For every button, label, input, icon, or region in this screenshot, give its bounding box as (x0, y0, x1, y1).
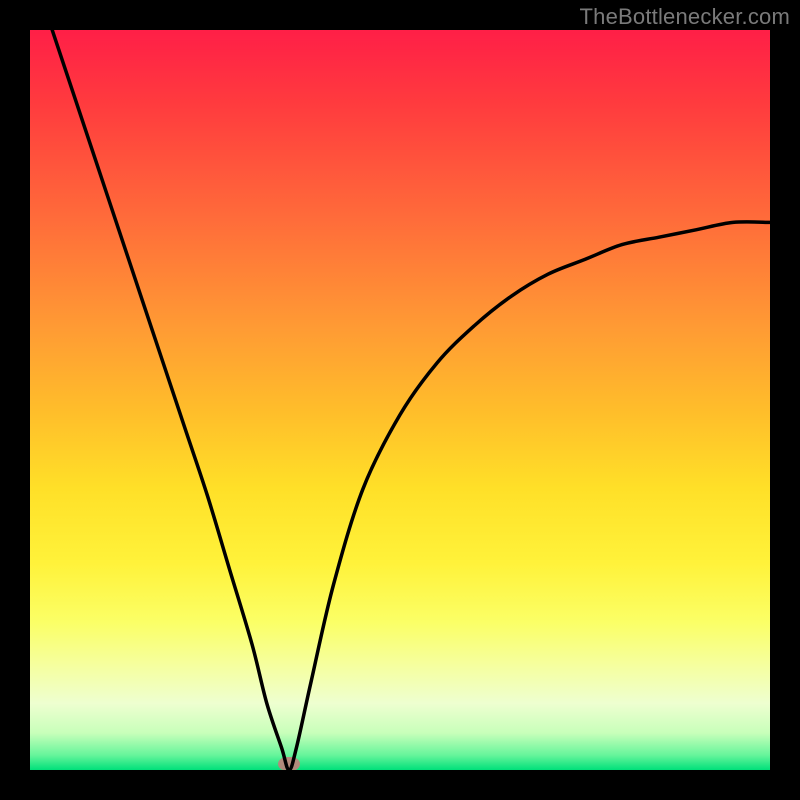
watermark: TheBottlenecker.com (580, 4, 790, 30)
plot-area (30, 30, 770, 770)
bottleneck-curve (30, 30, 770, 770)
chart-frame: TheBottlenecker.com (0, 0, 800, 800)
